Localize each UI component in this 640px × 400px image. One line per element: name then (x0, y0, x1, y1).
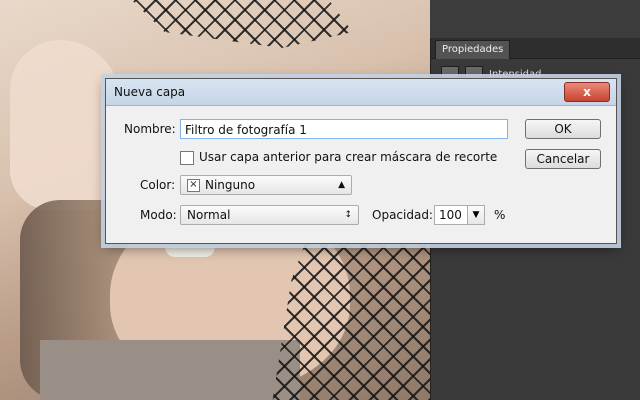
color-label: Color: (140, 178, 176, 192)
cancel-button[interactable]: Cancelar (525, 149, 601, 169)
dialog-titlebar[interactable]: Nueva capa x (106, 79, 616, 106)
opacity-unit: % (494, 208, 506, 222)
teeth-shape (165, 247, 215, 257)
name-input[interactable]: Filtro de fotografía 1 (180, 119, 508, 139)
dialog-content: Nombre: Filtro de fotografía 1 OK Cancel… (106, 106, 616, 243)
panel-top-area (430, 0, 640, 38)
color-select[interactable]: × Ninguno ▲ (180, 175, 352, 195)
opacity-label: Opacidad: (372, 208, 433, 222)
name-label: Nombre: (124, 122, 176, 136)
none-color-swatch-icon: × (187, 179, 200, 192)
clipping-mask-label: Usar capa anterior para crear máscara de… (199, 150, 498, 164)
panel-tabbar: Propiedades (431, 38, 640, 59)
close-icon: x (583, 85, 591, 99)
mode-select[interactable]: Normal ↕ (180, 205, 359, 225)
hand-shape (10, 40, 120, 210)
shirt-shape (40, 340, 300, 400)
mode-select-value: Normal (187, 208, 231, 222)
opacity-dropdown-arrow-icon[interactable]: ▼ (467, 205, 485, 225)
opacity-input[interactable]: 100 (434, 205, 468, 225)
dialog-title: Nueva capa (114, 85, 186, 99)
tab-propiedades[interactable]: Propiedades (435, 40, 511, 59)
mode-label: Modo: (140, 208, 177, 222)
clipping-mask-checkbox[interactable] (180, 151, 194, 165)
color-select-value: Ninguno (205, 178, 256, 192)
select-arrows-icon: ↕ (344, 210, 352, 220)
new-layer-dialog: Nueva capa x Nombre: Filtro de fotografí… (105, 78, 617, 244)
close-button[interactable]: x (564, 82, 610, 102)
select-arrows-icon: ▲ (338, 180, 345, 190)
ok-button[interactable]: OK (525, 119, 601, 139)
